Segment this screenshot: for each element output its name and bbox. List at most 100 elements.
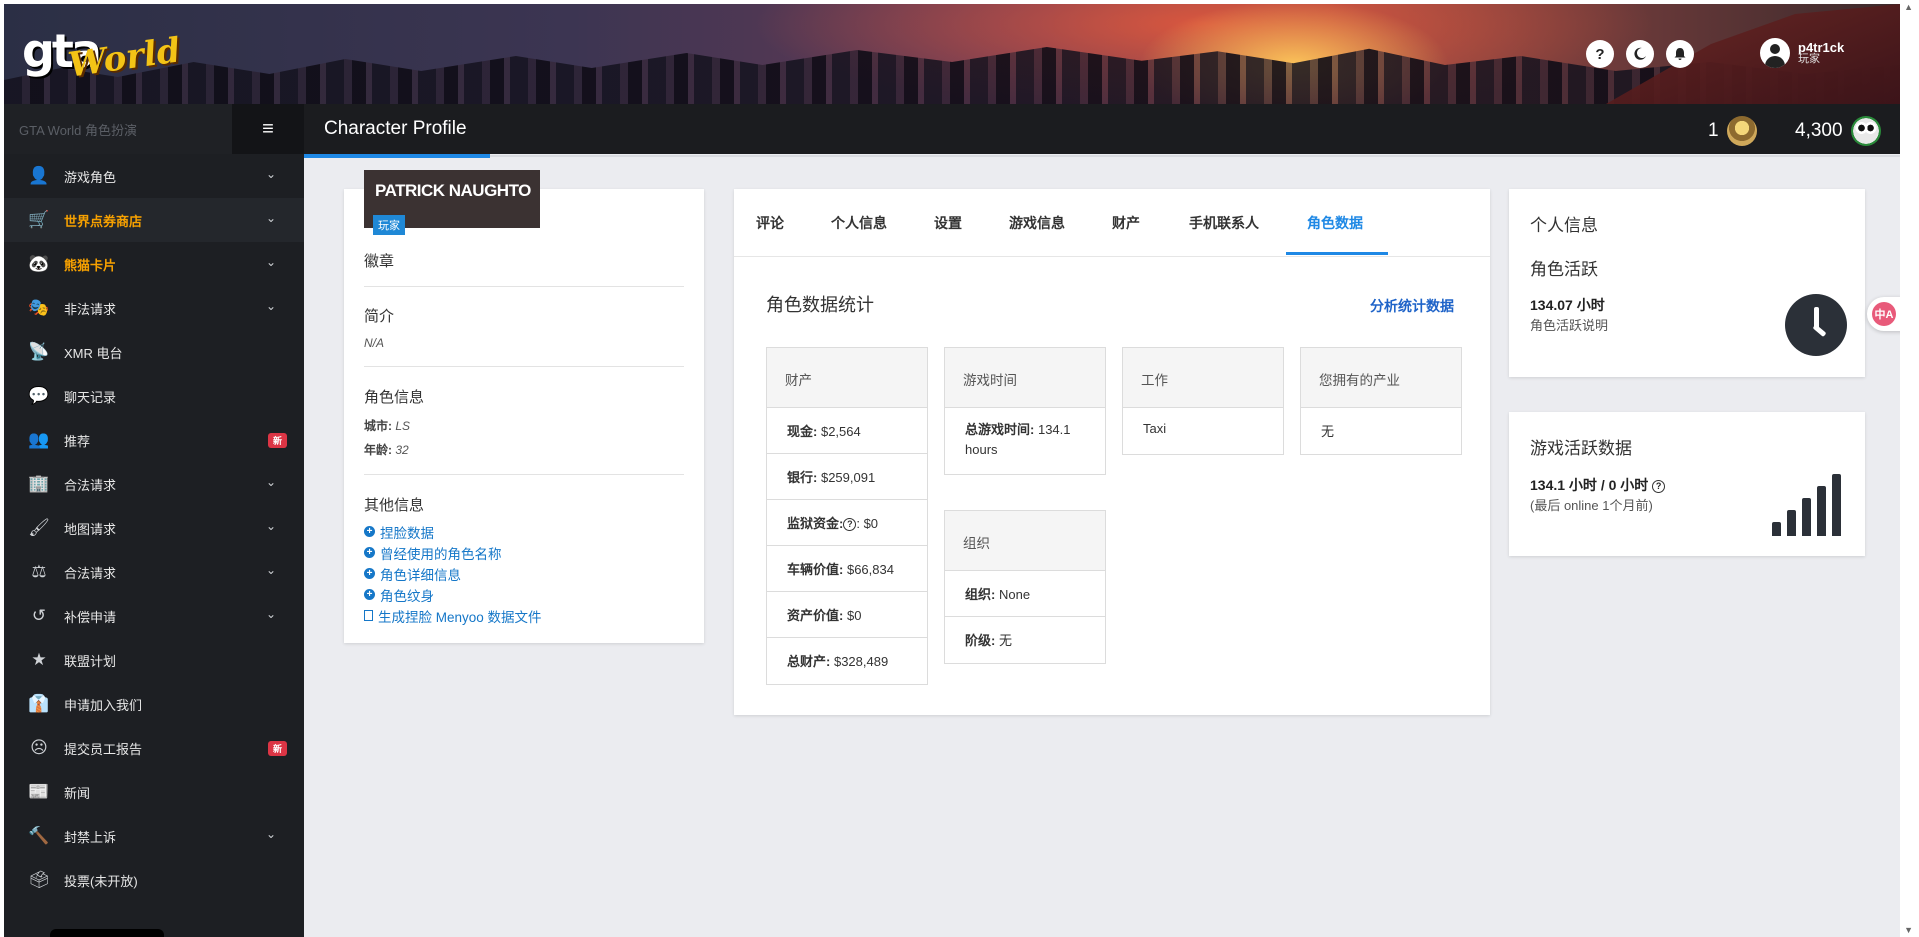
bell-icon[interactable]: [1666, 40, 1694, 68]
title-divider: [490, 155, 1900, 157]
coin-counter[interactable]: 4,300: [1795, 116, 1881, 146]
building-icon: 🏢: [28, 474, 50, 493]
tab-comments[interactable]: 评论: [756, 213, 784, 233]
mask-icon: 🎭: [28, 298, 50, 317]
sidebar-item-label: 合法请求: [64, 565, 117, 581]
sidebar-item-label: XMR 电台: [64, 345, 123, 361]
tab-game-info[interactable]: 游戏信息: [1009, 213, 1065, 233]
sidebar-item-label: 合法请求: [64, 477, 117, 493]
sidebar-item-user-tie[interactable]: 👔 申请加入我们: [4, 682, 304, 726]
chevron-down-icon: ⌄: [265, 827, 276, 841]
tab-phone-contacts[interactable]: 手机联系人: [1189, 213, 1259, 233]
analyze-stats-link[interactable]: 分析统计数据: [1370, 296, 1454, 316]
sidebar-item-mask[interactable]: 🎭 非法请求 ⌄: [4, 286, 304, 330]
link-menyoo-file[interactable]: 生成捏脸 Menyoo 数据文件: [364, 605, 684, 626]
new-badge: 新: [267, 741, 287, 756]
sidebar-item-panda[interactable]: 🐼 熊猫卡片 ⌄: [4, 242, 304, 286]
sidebar-item-label: 提交员工报告: [64, 741, 143, 757]
sidebar-item-radio-tower[interactable]: 📡 XMR 电台: [4, 330, 304, 374]
personal-info-title: 个人信息: [1530, 216, 1598, 235]
last-online: (最后 online 1个月前): [1530, 498, 1653, 513]
table-row: 现金: $2,564: [767, 408, 927, 454]
game-activity-title: 游戏活跃数据: [1530, 439, 1632, 458]
divider: [364, 286, 684, 287]
chevron-down-icon: ⌄: [265, 211, 276, 225]
link-previous-names[interactable]: + 曾经使用的角色名称: [364, 542, 684, 563]
sidebar-item-scale[interactable]: ⚖ 合法请求 ⌄: [4, 550, 304, 594]
age-value: 32: [395, 443, 409, 457]
character-name: PATRICK NAUGHTO: [375, 181, 531, 200]
sidebar-item-label: 补偿申请: [64, 609, 117, 625]
header-banner: gta World ? p4tr1ck 玩家: [4, 4, 1900, 104]
link-character-details[interactable]: + 角色详细信息: [364, 563, 684, 584]
sidebar-item-label: 封禁上诉: [64, 829, 117, 845]
game-activity-card: 游戏活跃数据 134.1 小时 / 0 小时 ? (最后 online 1个月前…: [1509, 412, 1865, 556]
sidebar-item-star[interactable]: ★ 联盟计划: [4, 638, 304, 682]
user-menu[interactable]: p4tr1ck 玩家: [1760, 38, 1844, 68]
radio-tower-icon: 📡: [28, 342, 50, 361]
table-row: 组织: None: [945, 571, 1105, 617]
help-icon[interactable]: ?: [843, 517, 857, 531]
gta-world-logo[interactable]: gta World: [18, 16, 183, 86]
sidebar-item-label: 聊天记录: [64, 389, 117, 405]
sidebar-item-users[interactable]: 👥 推荐 新: [4, 418, 304, 462]
sidebar-header: GTA World 角色扮演 ≡: [4, 104, 304, 154]
badges-heading: 徽章: [364, 253, 395, 270]
game-hours: 134.1 小时 / 0 小时: [1530, 477, 1649, 493]
user-role: 玩家: [1798, 53, 1820, 65]
link-tattoos[interactable]: + 角色纹身: [364, 584, 684, 605]
chat-icon: 💬: [28, 386, 50, 405]
sidebar-item-label: 世界点券商店: [64, 213, 143, 229]
new-badge: 新: [267, 433, 287, 448]
menu-toggle-icon[interactable]: ≡: [232, 104, 304, 154]
tab-personal-info[interactable]: 个人信息: [831, 213, 887, 233]
gavel-icon: 🔨: [28, 826, 50, 845]
scroll-up-icon[interactable]: ▲: [1904, 2, 1913, 12]
owned-business-heading: 您拥有的产业: [1301, 348, 1461, 408]
bio-value: N/A: [364, 336, 385, 350]
chevron-down-icon: ⌄: [265, 607, 276, 621]
sidebar-bottom-element: [50, 929, 164, 937]
sidebar-item-cart[interactable]: 🛒 世界点券商店 ⌄: [4, 198, 304, 242]
sidebar-item-brush[interactable]: 🖌 地图请求 ⌄: [4, 506, 304, 550]
title-progress-bar: [304, 154, 490, 158]
age-label: 年龄:: [364, 443, 392, 457]
users-icon: 👥: [28, 430, 50, 449]
face-icon: ☹: [30, 738, 48, 757]
sidebar-item-label: 新闻: [64, 785, 91, 801]
active-tab-indicator: [1286, 252, 1388, 255]
medal-count: 1: [1708, 120, 1719, 141]
plus-circle-icon: +: [364, 568, 375, 579]
sidebar-item-vote[interactable]: 🗳 投票(未开放): [4, 858, 304, 902]
sidebar-item-gavel[interactable]: 🔨 封禁上诉 ⌄: [4, 814, 304, 858]
tab-property[interactable]: 财产: [1112, 213, 1140, 233]
medal-counter[interactable]: 1: [1708, 116, 1757, 146]
cart-icon: 🛒: [28, 210, 50, 229]
page-title: Character Profile: [324, 118, 467, 139]
sidebar-item-user[interactable]: 👤 游戏角色 ⌄: [4, 154, 304, 198]
signal-bars-icon: [1772, 472, 1852, 536]
sidebar: GTA World 角色扮演 ≡ 👤 游戏角色 ⌄ 🛒 世界点券商店 ⌄ 🐼 熊猫卡片 ⌄ 🎭 非法…: [4, 104, 304, 937]
sidebar-item-chat[interactable]: 💬 聊天记录: [4, 374, 304, 418]
sidebar-item-building[interactable]: 🏢 合法请求 ⌄: [4, 462, 304, 506]
scroll-down-icon[interactable]: ▼: [1904, 925, 1913, 935]
sidebar-item-face[interactable]: ☹ 提交员工报告 新: [4, 726, 304, 770]
sidebar-title: GTA World 角色扮演: [19, 122, 137, 138]
help-icon[interactable]: ?: [1652, 479, 1666, 493]
link-face-data[interactable]: + 捏脸数据: [364, 521, 684, 542]
sidebar-item-newspaper[interactable]: 📰 新闻: [4, 770, 304, 814]
translate-button[interactable]: 中A: [1867, 297, 1900, 331]
sidebar-item-undo[interactable]: ↺ 补偿申请 ⌄: [4, 594, 304, 638]
character-data-card: 评论 个人信息 设置 游戏信息 财产 手机联系人 角色数据 角色数据统计 分析统…: [734, 189, 1490, 715]
help-icon[interactable]: ?: [1586, 40, 1614, 68]
tab-settings[interactable]: 设置: [934, 213, 962, 233]
table-row: Taxi: [1143, 421, 1167, 436]
star-icon: ★: [31, 650, 47, 669]
character-info-heading: 角色信息: [364, 389, 425, 406]
user-icon: 👤: [28, 166, 50, 185]
newspaper-icon: 📰: [28, 782, 50, 801]
sidebar-item-label: 熊猫卡片: [64, 257, 117, 273]
tab-character-data[interactable]: 角色数据: [1307, 213, 1363, 233]
moon-icon[interactable]: [1626, 40, 1654, 68]
sidebar-menu: 👤 游戏角色 ⌄ 🛒 世界点券商店 ⌄ 🐼 熊猫卡片 ⌄ 🎭 非法请求 ⌄ 📡 XMR 电台 💬 聊天记录 👥 推…: [4, 154, 304, 902]
